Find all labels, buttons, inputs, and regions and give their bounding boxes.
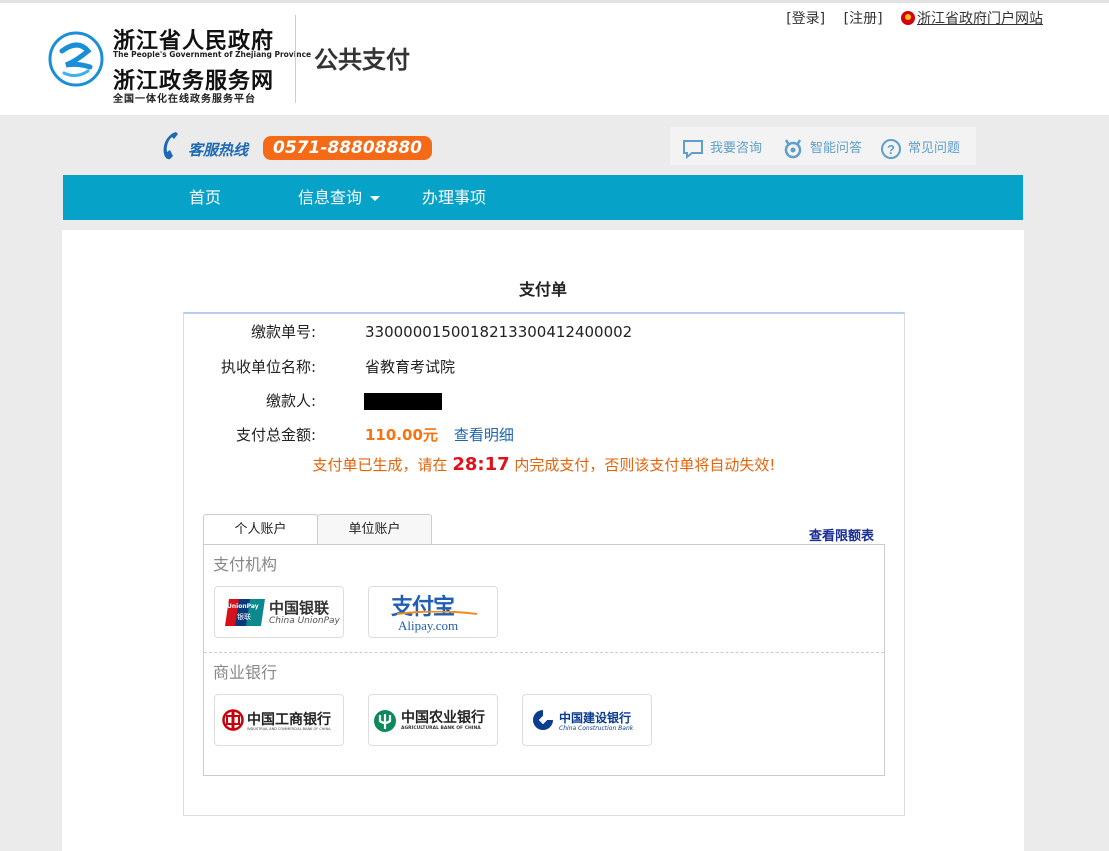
order-title: 支付单 [518,280,567,299]
help-bar: 我要咨询 智能问答 ? 常见问题 [670,127,976,165]
institutions-label: 支付机构 [213,555,278,574]
unionpay-name: 中国银联 [269,599,330,617]
caret-down-icon [370,196,381,201]
countdown-timer: 28:17 [452,454,510,475]
robot-icon [784,138,802,158]
ccb-button[interactable]: 中国建设银行 China Construction Bank [522,694,652,746]
question-icon: ? [881,138,901,159]
hotline-label: 客服热线 [188,141,249,159]
alipay-swoosh-icon [397,611,477,615]
consult-link[interactable]: 我要咨询 [682,137,762,159]
logo-subtitle-english: The People's Government of Zhejiang Prov… [113,50,312,59]
unionpay-button[interactable]: UnionPay 银联 中国银联 China UnionPay [214,586,344,638]
chat-icon [683,139,703,159]
hotline-number: 0571-88808880 [263,136,432,160]
national-emblem-icon [901,11,915,25]
order-number-row: 缴款单号: 3300000150018213300412400002 [184,320,904,344]
portal-link[interactable]: 浙江省政府门户网站 [901,11,1043,27]
smart-qa-link[interactable]: 智能问答 [782,137,862,160]
page-title: 公共支付 [314,46,410,74]
order-number-label: 缴款单号: [250,323,316,341]
tab-personal-account[interactable]: 个人账户 [203,514,318,545]
payment-order-box: 缴款单号: 3300000150018213300412400002 执收单位名… [183,312,905,816]
nav-services[interactable]: 办理事项 [422,175,486,220]
nav-home[interactable]: 首页 [189,175,221,220]
register-link[interactable]: [注册] [844,11,883,27]
icbc-english: INDUSTRIAL AND COMMERCIAL BANK OF CHINA [247,727,331,731]
logo-slogan: 全国一体化在线政务服务平台 [113,94,256,105]
ccb-name: 中国建设银行 [559,711,632,725]
order-number-value: 3300000150018213300412400002 [365,323,633,341]
view-limit-table-link[interactable]: 查看限额表 [809,525,874,544]
abc-name: 中国农业银行 [401,710,485,726]
amount-label: 支付总金额: [235,426,316,444]
icbc-name: 中国工商银行 [247,712,331,728]
payer-row: 缴款人: [184,389,904,413]
alipay-english: Alipay.com [398,618,459,633]
collector-value: 省教育考试院 [365,358,456,376]
banks-label: 商业银行 [213,663,278,682]
icbc-logo-icon [222,709,244,731]
faq-link[interactable]: ? 常见问题 [880,137,960,160]
collector-label: 执收单位名称: [220,358,316,376]
login-link[interactable]: [登录] [786,11,825,27]
tab-corporate-account[interactable]: 单位账户 [317,514,432,545]
payer-redacted [364,393,442,410]
main-nav: 首页 信息查询 办理事项 [63,175,1023,220]
header: 浙江省人民政府 The People's Government of Zheji… [0,3,1109,115]
amount-value: 110.00元 [365,426,438,444]
expiry-notice: 支付单已生成，请在 28:17 内完成支付，否则该支付单将自动失效! [312,454,776,475]
payment-methods-panel: 支付机构 UnionPay 银联 中国银联 China UnionPay 支付宝… [203,544,885,776]
logo-divider [295,15,296,103]
abc-english: AGRICULTURAL BANK OF CHINA [401,726,481,731]
nav-info-query[interactable]: 信息查询 [298,175,381,220]
ccb-english: China Construction Bank [559,725,634,732]
phone-icon [163,132,178,160]
ccb-logo-icon [533,709,554,730]
view-detail-link[interactable]: 查看明细 [454,426,514,444]
top-links: [登录] [注册] 浙江省政府门户网站 [786,8,1043,28]
icbc-button[interactable]: 中国工商银行 INDUSTRIAL AND COMMERCIAL BANK OF… [214,694,344,746]
svg-text:?: ? [887,142,895,157]
zhejiang-logo-icon [48,31,104,87]
unionpay-english: China UnionPay [269,616,340,626]
abc-button[interactable]: 中国农业银行 AGRICULTURAL BANK OF CHINA [368,694,498,746]
abc-logo-icon [374,710,396,732]
collector-row: 执收单位名称: 省教育考试院 [184,355,904,379]
section-separator [204,652,884,653]
payer-label: 缴款人: [265,392,316,410]
main-content: 支付单 缴款单号: 3300000150018213300412400002 执… [62,230,1024,851]
alipay-button[interactable]: 支付宝 Alipay.com [368,586,498,638]
amount-row: 支付总金额: 110.00元 查看明细 [184,423,904,447]
